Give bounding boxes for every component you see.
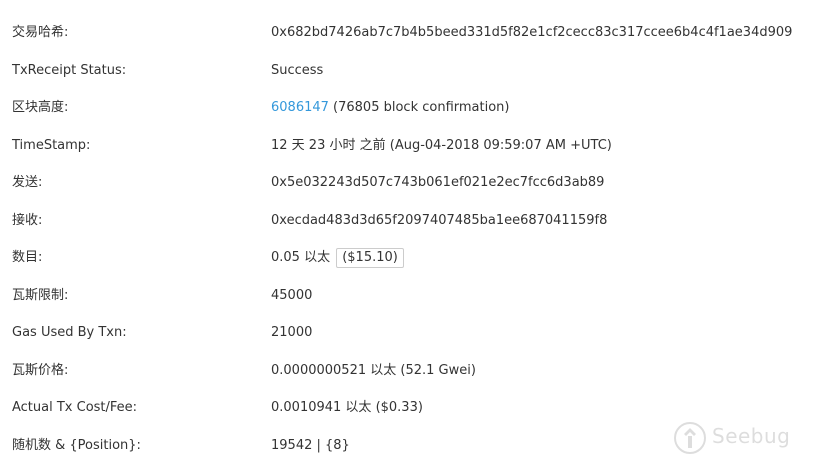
gas-used-value: 21000: [271, 325, 313, 340]
gas-price-label: 瓦斯价格:: [12, 362, 69, 378]
gas-price-value: 0.0000000521 以太 (52.1 Gwei): [271, 362, 476, 378]
row-to: 接收: 0xecdad483d3d65f2097407485ba1ee68704…: [0, 202, 818, 240]
row-value: 数目: 0.05 以太 ($15.10): [0, 239, 818, 277]
tx-fee-label: Actual Tx Cost/Fee:: [12, 400, 138, 415]
to-label: 接收:: [12, 212, 43, 228]
gas-limit-value: 45000: [271, 287, 313, 303]
timestamp-value: 12 天 23 小时 之前 (Aug-04-2018 09:59:07 AM +…: [271, 137, 612, 153]
block-confirmations: (76805 block confirmation): [328, 100, 510, 115]
receipt-status-label: TxReceipt Status:: [12, 62, 127, 78]
transaction-details-table: 交易哈希: 0x682bd7426ab7c7b4b5beed331d5f82e1…: [0, 14, 818, 464]
value-label: 数目:: [12, 250, 43, 265]
tx-hash-value: 0x682bd7426ab7c7b4b5beed331d5f82e1cf2cec…: [271, 25, 793, 40]
block-height-label: 区块高度:: [12, 100, 69, 115]
tx-fee-value: 0.0010941 以太 ($0.33): [271, 400, 423, 415]
receipt-status-value: Success: [271, 62, 324, 78]
to-address-link[interactable]: 0xecdad483d3d65f2097407485ba1ee687041159…: [271, 202, 607, 240]
nonce-value: 19542 | {8}: [271, 437, 350, 453]
block-number-link[interactable]: 6086147: [271, 100, 329, 115]
row-gas-used: Gas Used By Txn: 21000: [0, 314, 818, 352]
row-tx-hash: 交易哈希: 0x682bd7426ab7c7b4b5beed331d5f82e1…: [0, 14, 818, 52]
row-receipt-status: TxReceipt Status: Success: [0, 52, 818, 90]
row-gas-limit: 瓦斯限制: 45000: [0, 277, 818, 315]
value-amount: 0.05 以太 ($15.10): [271, 239, 404, 277]
gas-limit-label: 瓦斯限制:: [12, 287, 69, 303]
value-ether: 0.05 以太: [271, 250, 331, 265]
nonce-label: 随机数 & {Position}:: [12, 437, 141, 453]
row-gas-price: 瓦斯价格: 0.0000000521 以太 (52.1 Gwei): [0, 352, 818, 390]
watermark-text: Seebug: [712, 424, 791, 448]
block-height-value: 6086147 (76805 block confirmation): [271, 89, 509, 127]
value-usd-badge: ($15.10): [336, 248, 404, 268]
row-timestamp: TimeStamp: 12 天 23 小时 之前 (Aug-04-2018 09…: [0, 127, 818, 165]
gas-used-label: Gas Used By Txn:: [12, 325, 127, 340]
tx-hash-label: 交易哈希:: [12, 25, 69, 40]
row-from: 发送: 0x5e032243d507c743b061ef021e2ec7fcc6…: [0, 164, 818, 202]
seebug-watermark: Seebug: [672, 418, 802, 458]
seebug-logo-icon: [674, 422, 706, 454]
timestamp-label: TimeStamp:: [12, 137, 91, 153]
row-block-height: 区块高度: 6086147 (76805 block confirmation): [0, 89, 818, 127]
from-label: 发送:: [12, 175, 43, 190]
from-address-link[interactable]: 0x5e032243d507c743b061ef021e2ec7fcc6d3ab…: [271, 164, 604, 202]
